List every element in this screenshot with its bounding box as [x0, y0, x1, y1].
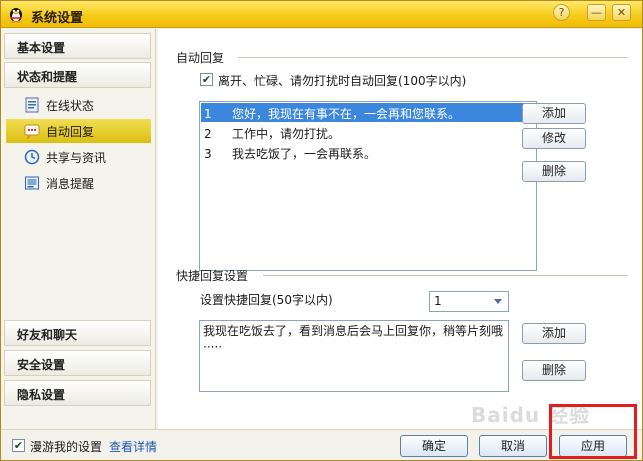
help-button[interactable]: ?: [553, 4, 570, 21]
auto-reply-edit-button[interactable]: 修改: [522, 128, 586, 149]
auto-reply-add-button[interactable]: 添加: [522, 103, 586, 124]
sidebar-item-share-news[interactable]: 共享与资讯: [6, 145, 151, 169]
message-reminder-icon: [25, 176, 39, 190]
group-divider: [238, 57, 628, 58]
sidebar-section-privacy[interactable]: 隐私设置: [4, 380, 151, 406]
sidebar-section-status[interactable]: 状态和提醒: [4, 62, 151, 88]
title-bar[interactable]: 系统设置 ? — ✕: [1, 1, 642, 28]
roam-settings-label: 漫游我的设置: [30, 440, 103, 454]
settings-window: 系统设置 ? — ✕ 基本设置 状态和提醒 在线状态 自动回复 共享与资讯 消息…: [0, 0, 643, 461]
sidebar-item-label: 共享与资讯: [46, 151, 107, 165]
sidebar-item-auto-reply[interactable]: 自动回复: [6, 119, 151, 143]
quick-reply-delete-button[interactable]: 删除: [522, 360, 586, 381]
list-item[interactable]: 1 您好，我现在有事不在，一会再和您联系。: [201, 103, 535, 122]
sidebar-item-message-reminder[interactable]: 消息提醒: [6, 171, 151, 195]
auto-reply-group-title: 自动回复: [176, 51, 225, 65]
auto-reply-delete-button[interactable]: 删除: [522, 161, 586, 182]
sidebar-item-online-status[interactable]: 在线状态: [6, 93, 151, 117]
sidebar-item-label: 自动回复: [46, 125, 95, 139]
auto-reply-list[interactable]: 1 您好，我现在有事不在，一会再和您联系。 2 工作中，请勿打扰。 3 我去吃饭了，一…: [199, 101, 537, 271]
auto-reply-checkbox[interactable]: ✔: [200, 73, 213, 86]
sidebar-item-label: 在线状态: [46, 99, 95, 113]
ok-button[interactable]: 确定: [400, 435, 468, 457]
auto-reply-checkbox-label: 离开、忙碌、请勿打扰时自动回复(100字以内): [218, 74, 467, 88]
window-title: 系统设置: [31, 11, 84, 26]
quick-reply-textarea[interactable]: 我现在吃饭去了，看到消息后会马上回复你，稍等片刻哦·····: [199, 320, 509, 392]
sidebar: 基本设置 状态和提醒 在线状态 自动回复 共享与资讯 消息提醒 好友和聊天 安全…: [1, 29, 156, 429]
bottom-bar: ✔ 漫游我的设置 查看详情 确定 取消 应用: [1, 429, 642, 460]
sidebar-section-basic[interactable]: 基本设置: [4, 33, 151, 59]
sidebar-section-friends[interactable]: 好友和聊天: [4, 320, 151, 346]
view-details-link[interactable]: 查看详情: [109, 438, 157, 455]
qq-penguin-icon: [10, 8, 22, 23]
apply-highlight-box: [549, 404, 637, 459]
quick-reply-select[interactable]: 1: [429, 291, 509, 312]
list-item[interactable]: 2 工作中，请勿打扰。: [201, 123, 535, 142]
cancel-button[interactable]: 取消: [479, 435, 547, 457]
group-divider: [263, 275, 628, 276]
close-button[interactable]: ✕: [612, 4, 631, 21]
auto-reply-icon: [24, 124, 40, 139]
quick-reply-set-label: 设置快捷回复(50字以内): [200, 293, 333, 307]
minimize-button[interactable]: —: [587, 4, 606, 21]
chevron-down-icon[interactable]: [494, 299, 502, 304]
quick-reply-group-title: 快捷回复设置: [176, 269, 249, 283]
sidebar-item-label: 消息提醒: [46, 177, 95, 191]
quick-reply-add-button[interactable]: 添加: [522, 323, 586, 344]
online-status-icon: [25, 97, 39, 113]
list-item[interactable]: 3 我去吃饭了，一会再联系。: [201, 143, 535, 162]
roam-settings-checkbox[interactable]: ✔: [12, 439, 25, 452]
sidebar-section-security[interactable]: 安全设置: [4, 350, 151, 376]
clock-icon: [24, 149, 40, 165]
settings-content: 自动回复 ✔ 离开、忙碌、请勿打扰时自动回复(100字以内) 1 您好，我现在有事…: [158, 29, 642, 429]
